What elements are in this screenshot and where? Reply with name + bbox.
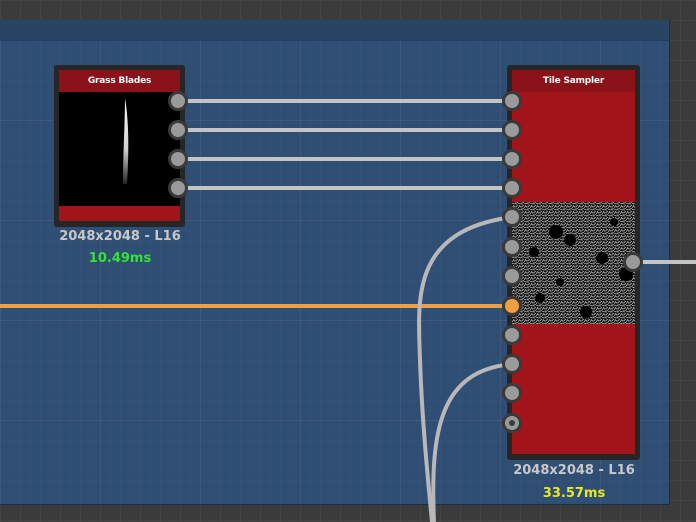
noise-preview: [512, 202, 635, 324]
input-port-8[interactable]: [502, 296, 522, 316]
node-cook-time: 33.57ms: [542, 486, 606, 501]
output-port[interactable]: [623, 252, 643, 272]
node-body-top: [512, 92, 635, 202]
output-port-4[interactable]: [168, 178, 188, 198]
node-grass-blades[interactable]: Grass Blades: [54, 65, 185, 227]
input-port-2[interactable]: [502, 120, 522, 140]
input-port-4[interactable]: [502, 178, 522, 198]
node-resolution: 2048x2048 - L16: [513, 463, 635, 478]
input-port-9[interactable]: [502, 325, 522, 345]
node-thumbnail: [512, 202, 635, 324]
node-cook-time: 10.49ms: [88, 251, 152, 266]
input-port-11[interactable]: [502, 383, 522, 403]
grass-blade-preview: [123, 98, 129, 184]
input-port-3[interactable]: [502, 149, 522, 169]
node-footer: [59, 206, 180, 221]
node-thumbnail: [59, 92, 180, 206]
input-port-10[interactable]: [502, 354, 522, 374]
output-port-1[interactable]: [168, 91, 188, 111]
input-port-5[interactable]: [502, 207, 522, 227]
node-title: Grass Blades: [59, 70, 180, 92]
output-port-3[interactable]: [168, 149, 188, 169]
input-port-6[interactable]: [502, 237, 522, 257]
node-resolution: 2048x2048 - L16: [59, 229, 181, 244]
input-port-12[interactable]: [502, 413, 522, 433]
output-port-2[interactable]: [168, 120, 188, 140]
node-body-bottom: [512, 324, 635, 454]
input-port-1[interactable]: [502, 91, 522, 111]
input-port-7[interactable]: [502, 266, 522, 286]
node-title: Tile Sampler: [512, 70, 635, 92]
node-tile-sampler[interactable]: Tile Sampler: [507, 65, 640, 460]
